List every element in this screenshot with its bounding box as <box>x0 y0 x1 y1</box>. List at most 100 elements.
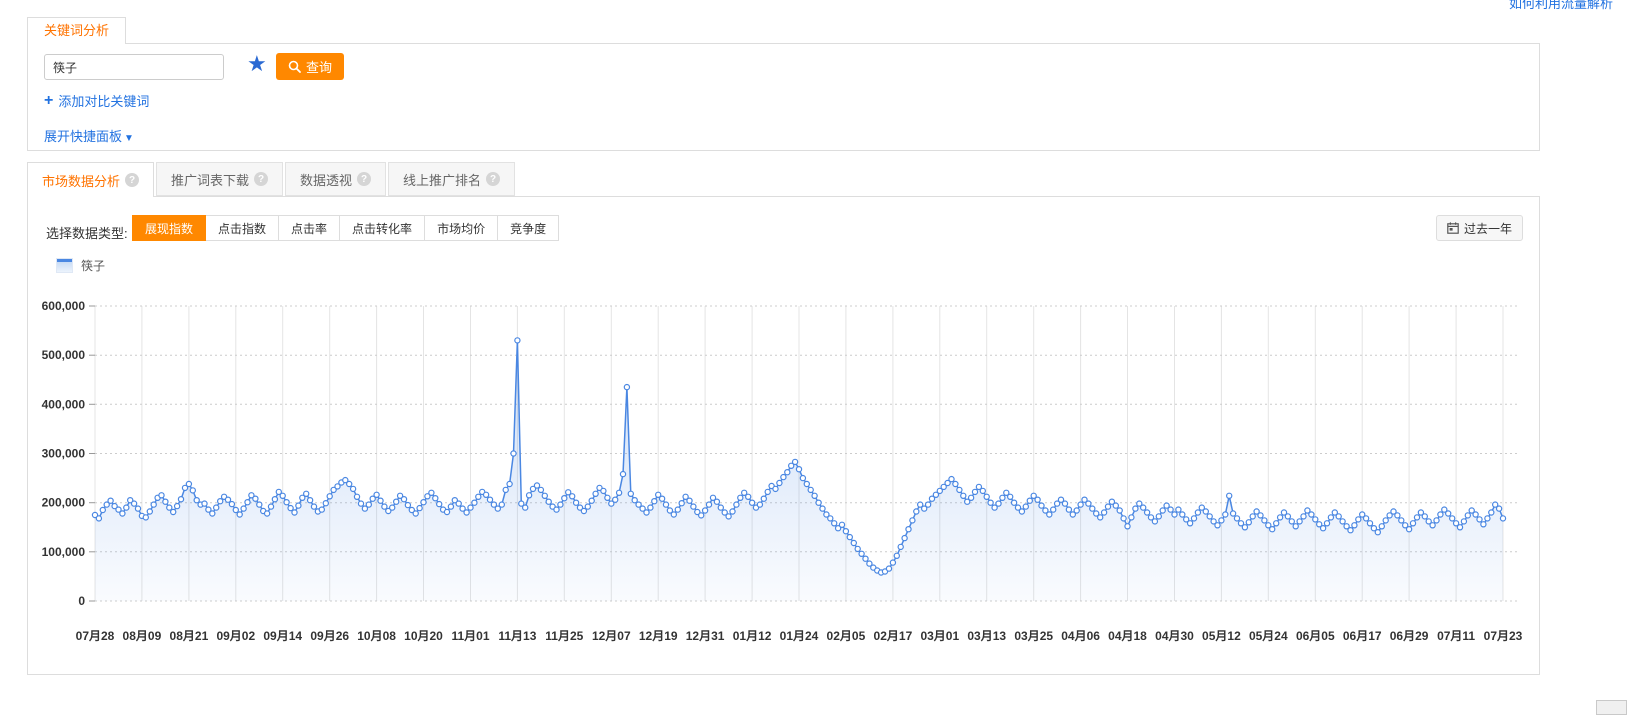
data-point[interactable] <box>272 497 277 502</box>
data-point[interactable] <box>1203 509 1208 514</box>
data-point[interactable] <box>1121 516 1126 521</box>
data-point[interactable] <box>1180 512 1185 517</box>
data-point[interactable] <box>546 499 551 504</box>
data-type-impression-index[interactable]: 展现指数 <box>132 215 206 241</box>
data-point[interactable] <box>135 506 140 511</box>
data-point[interactable] <box>886 566 891 571</box>
data-point[interactable] <box>214 505 219 510</box>
data-point[interactable] <box>1133 506 1138 511</box>
data-point[interactable] <box>1062 501 1067 506</box>
data-point[interactable] <box>1168 507 1173 512</box>
data-point[interactable] <box>957 487 962 492</box>
data-point[interactable] <box>632 498 637 503</box>
data-point[interactable] <box>1497 506 1502 511</box>
data-point[interactable] <box>570 494 575 499</box>
question-icon[interactable]: ? <box>486 172 500 186</box>
data-point[interactable] <box>202 501 207 506</box>
data-point[interactable] <box>120 511 125 516</box>
data-point[interactable] <box>1438 512 1443 517</box>
data-point[interactable] <box>617 490 622 495</box>
data-point[interactable] <box>757 502 762 507</box>
data-point[interactable] <box>726 514 731 519</box>
data-point[interactable] <box>304 491 309 496</box>
data-point[interactable] <box>421 500 426 505</box>
data-point[interactable] <box>448 504 453 509</box>
data-point[interactable] <box>703 508 708 513</box>
data-point[interactable] <box>1258 513 1263 518</box>
data-point[interactable] <box>218 499 223 504</box>
data-point[interactable] <box>851 540 856 545</box>
data-point[interactable] <box>1309 512 1314 517</box>
data-point[interactable] <box>1188 521 1193 526</box>
data-point[interactable] <box>761 496 766 501</box>
data-point[interactable] <box>456 501 461 506</box>
data-point[interactable] <box>1414 515 1419 520</box>
data-point[interactable] <box>296 503 301 508</box>
data-point[interactable] <box>1450 516 1455 521</box>
question-icon[interactable]: ? <box>125 173 139 187</box>
data-point[interactable] <box>1364 516 1369 521</box>
data-point[interactable] <box>1407 527 1412 532</box>
data-point[interactable] <box>1340 519 1345 524</box>
data-point[interactable] <box>378 498 383 503</box>
data-point[interactable] <box>487 497 492 502</box>
data-point[interactable] <box>311 504 316 509</box>
data-point[interactable] <box>1410 521 1415 526</box>
data-point[interactable] <box>1047 512 1052 517</box>
data-point[interactable] <box>624 385 629 390</box>
data-point[interactable] <box>175 504 180 509</box>
data-point[interactable] <box>804 481 809 486</box>
data-point[interactable] <box>1375 530 1380 535</box>
query-button[interactable]: 查询 <box>276 53 344 80</box>
data-point[interactable] <box>1473 512 1478 517</box>
data-point[interactable] <box>980 488 985 493</box>
data-point[interactable] <box>746 494 751 499</box>
data-point[interactable] <box>1231 511 1236 516</box>
data-point[interactable] <box>1098 515 1103 520</box>
data-point[interactable] <box>910 518 915 523</box>
data-point[interactable] <box>773 486 778 491</box>
data-point[interactable] <box>542 493 547 498</box>
data-point[interactable] <box>1172 512 1177 517</box>
data-point[interactable] <box>988 500 993 505</box>
data-point[interactable] <box>1156 514 1161 519</box>
data-point[interactable] <box>1191 516 1196 521</box>
data-point[interactable] <box>190 488 195 493</box>
data-point[interactable] <box>1301 514 1306 519</box>
data-point[interactable] <box>781 475 786 480</box>
data-point[interactable] <box>186 481 191 486</box>
data-point[interactable] <box>906 527 911 532</box>
data-point[interactable] <box>167 505 172 510</box>
data-point[interactable] <box>972 489 977 494</box>
data-point[interactable] <box>366 502 371 507</box>
question-icon[interactable]: ? <box>357 172 371 186</box>
data-point[interactable] <box>429 490 434 495</box>
data-point[interactable] <box>765 489 770 494</box>
tab-online-promo-ranking[interactable]: 线上推广排名 ? <box>388 162 515 196</box>
trend-chart[interactable]: 0100,000200,000300,000400,000500,000600,… <box>28 197 1539 674</box>
data-point[interactable] <box>1481 522 1486 527</box>
data-point[interactable] <box>847 535 852 540</box>
data-point[interactable] <box>581 508 586 513</box>
data-point[interactable] <box>1434 518 1439 523</box>
data-point[interactable] <box>890 560 895 565</box>
data-point[interactable] <box>523 505 528 510</box>
data-point[interactable] <box>1489 510 1494 515</box>
data-point[interactable] <box>648 505 653 510</box>
data-point[interactable] <box>1278 515 1283 520</box>
data-point[interactable] <box>953 481 958 486</box>
data-point[interactable] <box>1117 508 1122 513</box>
data-point[interactable] <box>503 487 508 492</box>
data-point[interactable] <box>660 496 665 501</box>
data-point[interactable] <box>812 493 817 498</box>
data-point[interactable] <box>585 504 590 509</box>
data-point[interactable] <box>476 494 481 499</box>
data-point[interactable] <box>1352 523 1357 528</box>
data-point[interactable] <box>253 496 258 501</box>
data-point[interactable] <box>245 500 250 505</box>
data-point[interactable] <box>1356 517 1361 522</box>
data-point[interactable] <box>225 497 230 502</box>
data-point[interactable] <box>394 499 399 504</box>
data-point[interactable] <box>1395 513 1400 518</box>
data-point[interactable] <box>354 494 359 499</box>
